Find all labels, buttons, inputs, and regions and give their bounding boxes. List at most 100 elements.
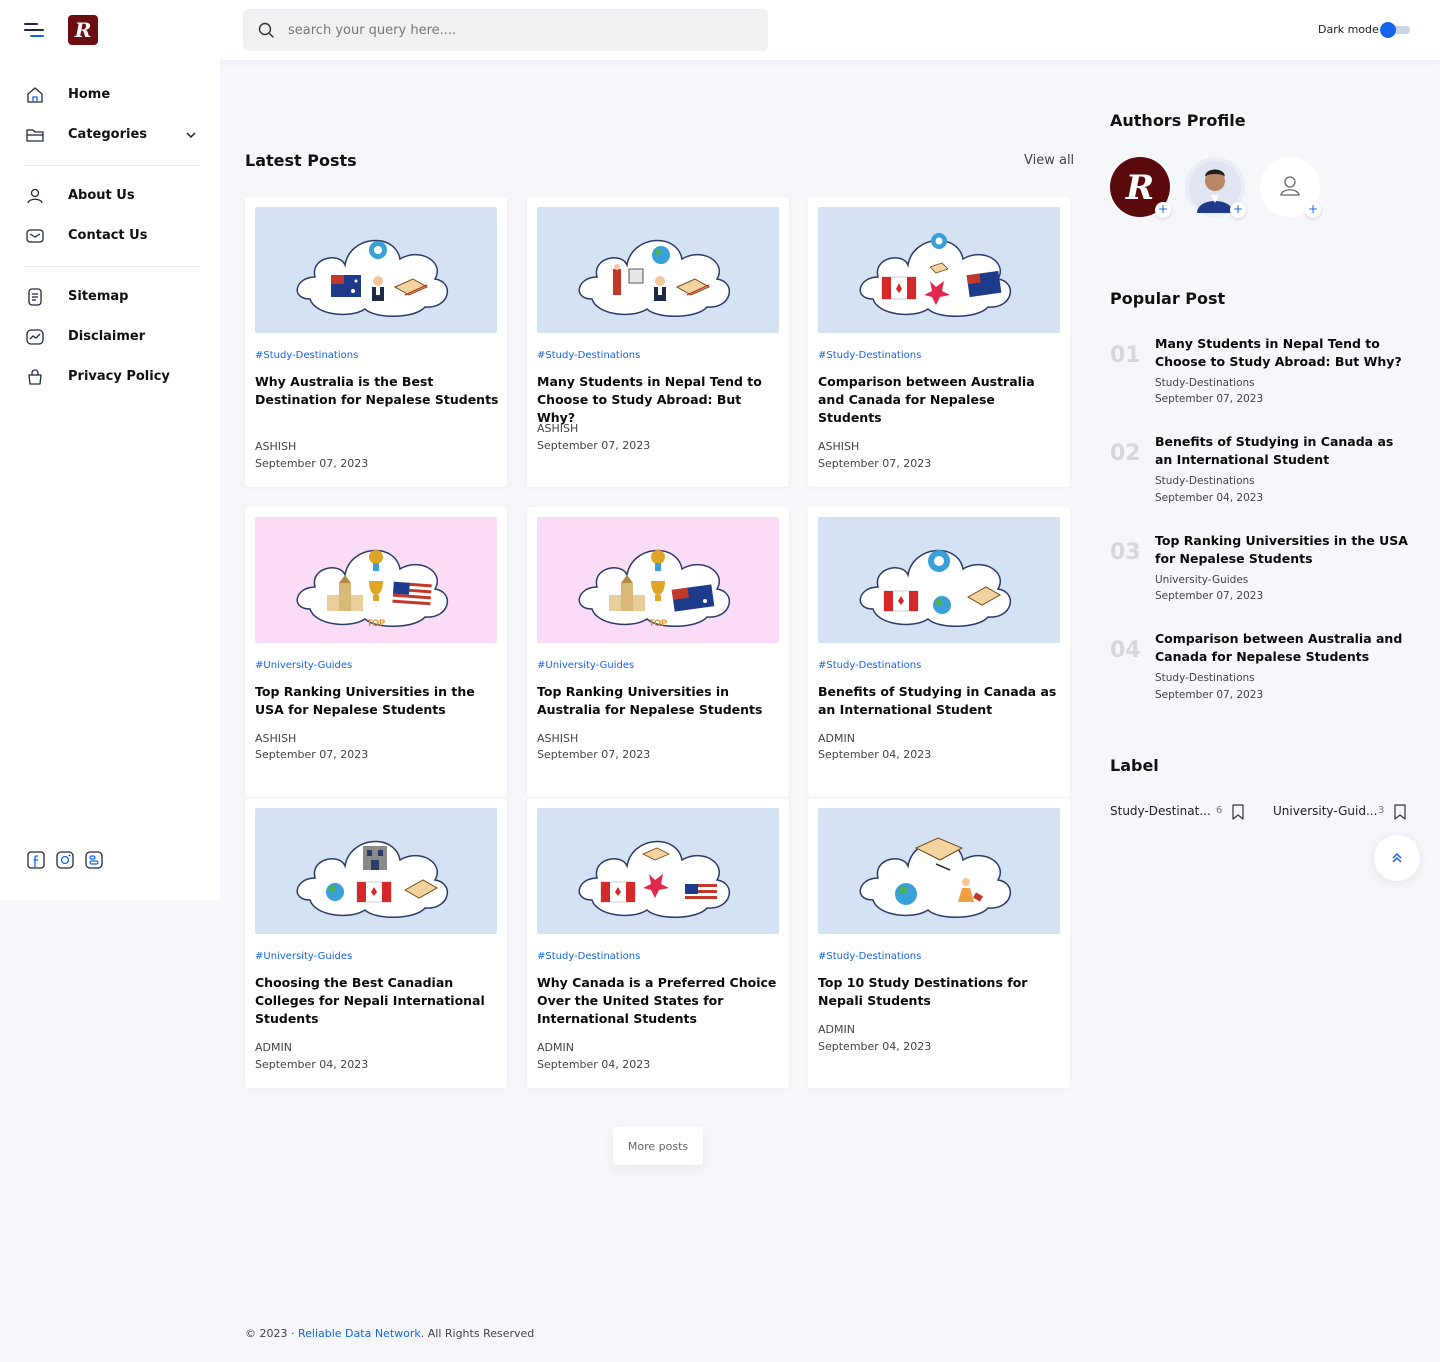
- post-thumbnail[interactable]: [818, 808, 1060, 934]
- post-thumbnail[interactable]: [818, 517, 1060, 643]
- post-tag[interactable]: #Study-Destinations: [818, 660, 921, 671]
- label-item[interactable]: Study-Destinat... 6: [1110, 803, 1250, 821]
- post-title[interactable]: Many Students in Nepal Tend to Choose to…: [537, 373, 781, 427]
- label-item[interactable]: University-Guid... 3: [1273, 803, 1413, 821]
- sidebar-item-label: Categories: [68, 127, 148, 142]
- post-card[interactable]: TOP #University-Guides Top Ranking Unive…: [245, 507, 507, 797]
- post-title[interactable]: Choosing the Best Canadian Colleges for …: [255, 974, 499, 1028]
- post-tag[interactable]: #Study-Destinations: [818, 350, 921, 361]
- post-tag[interactable]: #Study-Destinations: [537, 951, 640, 962]
- label-name[interactable]: University-Guid...: [1273, 804, 1377, 818]
- top-badge: TOP: [367, 618, 385, 628]
- mail-icon: [26, 229, 44, 243]
- sidebar-item-label: Sitemap: [68, 289, 129, 304]
- post-title[interactable]: Comparison between Australia and Canada …: [818, 373, 1062, 427]
- post-title[interactable]: Top 10 Study Destinations for Nepali Stu…: [818, 974, 1062, 1010]
- label-name[interactable]: Study-Destinat...: [1110, 804, 1211, 818]
- sidebar-item-home[interactable]: Home: [25, 80, 205, 110]
- popular-post-item[interactable]: 01 Many Students in Nepal Tend to Choose…: [1110, 336, 1410, 423]
- folder-icon: [26, 129, 44, 142]
- sidebar-item-categories[interactable]: Categories: [25, 120, 205, 150]
- sidebar-item-disclaimer[interactable]: Disclaimer: [25, 322, 205, 352]
- scroll-to-top-button[interactable]: [1374, 835, 1420, 881]
- author-avatar[interactable]: +: [1185, 157, 1246, 218]
- post-tag[interactable]: #Study-Destinations: [255, 350, 358, 361]
- top-badge: TOP: [649, 618, 667, 628]
- sidebar-item-sitemap[interactable]: Sitemap: [25, 282, 205, 312]
- view-all-link[interactable]: View all: [1024, 153, 1074, 168]
- popular-post-item[interactable]: 02 Benefits of Studying in Canada as an …: [1110, 434, 1410, 521]
- post-title[interactable]: Why Australia is the Best Destination fo…: [255, 373, 499, 409]
- post-thumbnail[interactable]: [537, 808, 779, 934]
- sidebar-item-label: Disclaimer: [68, 329, 146, 344]
- post-tag[interactable]: #University-Guides: [255, 660, 352, 671]
- double-chevron-up-icon: [1392, 852, 1402, 863]
- svg-text:TOP: TOP: [649, 618, 667, 628]
- sidebar-item-about[interactable]: About Us: [25, 181, 205, 211]
- post-title[interactable]: Top Ranking Universities in the USA for …: [255, 683, 499, 719]
- post-thumbnail[interactable]: TOP: [255, 517, 497, 643]
- post-title[interactable]: Top Ranking Universities in Australia fo…: [537, 683, 781, 719]
- follow-author-icon[interactable]: +: [1155, 202, 1171, 218]
- instagram-icon[interactable]: [55, 850, 75, 870]
- post-card[interactable]: #Study-Destinations Why Canada is a Pref…: [527, 798, 789, 1088]
- sidebar-item-label: Privacy Policy: [68, 369, 170, 384]
- chevron-down-icon[interactable]: [185, 129, 197, 141]
- search-bar[interactable]: [243, 9, 768, 51]
- post-author[interactable]: ADMIN: [818, 732, 855, 745]
- post-author[interactable]: ADMIN: [255, 1041, 292, 1054]
- post-thumbnail[interactable]: [255, 808, 497, 934]
- post-author[interactable]: ADMIN: [818, 1023, 855, 1036]
- post-author[interactable]: ASHISH: [255, 440, 296, 453]
- menu-icon[interactable]: [24, 19, 46, 41]
- author-avatar[interactable]: +: [1260, 157, 1321, 218]
- popular-post-category[interactable]: University-Guides: [1155, 574, 1248, 586]
- popular-post-category[interactable]: Study-Destinations: [1155, 377, 1255, 389]
- post-card[interactable]: #Study-Destinations Many Students in Nep…: [527, 197, 789, 487]
- dark-mode-toggle[interactable]: [1380, 22, 1410, 38]
- post-card[interactable]: #Study-Destinations Comparison between A…: [808, 197, 1070, 487]
- popular-post-date: September 07, 2023: [1155, 689, 1264, 701]
- post-author[interactable]: ASHISH: [818, 440, 859, 453]
- search-input[interactable]: [288, 9, 748, 51]
- post-title[interactable]: Benefits of Studying in Canada as an Int…: [818, 683, 1062, 719]
- post-tag[interactable]: #University-Guides: [255, 951, 352, 962]
- blogger-icon[interactable]: [84, 850, 104, 870]
- post-author[interactable]: ASHISH: [255, 732, 296, 745]
- post-date: September 07, 2023: [537, 439, 651, 452]
- post-tag[interactable]: #University-Guides: [537, 660, 634, 671]
- post-thumbnail[interactable]: [818, 207, 1060, 333]
- post-thumbnail[interactable]: [255, 207, 497, 333]
- author-avatar[interactable]: R +: [1110, 157, 1171, 218]
- popular-post-title[interactable]: Many Students in Nepal Tend to Choose to…: [1155, 335, 1410, 371]
- post-card[interactable]: #Study-Destinations Benefits of Studying…: [808, 507, 1070, 797]
- follow-author-icon[interactable]: +: [1305, 202, 1321, 218]
- sidebar-item-privacy[interactable]: Privacy Policy: [25, 362, 205, 392]
- facebook-icon[interactable]: [26, 850, 46, 870]
- popular-post-title[interactable]: Benefits of Studying in Canada as an Int…: [1155, 433, 1410, 469]
- popular-post-item[interactable]: 03 Top Ranking Universities in the USA f…: [1110, 533, 1410, 620]
- post-author[interactable]: ASHISH: [537, 732, 578, 745]
- more-posts-button[interactable]: More posts: [613, 1127, 703, 1165]
- sidebar-item-contact[interactable]: Contact Us: [25, 221, 205, 251]
- popular-post-category[interactable]: Study-Destinations: [1155, 475, 1255, 487]
- post-author[interactable]: ADMIN: [537, 1041, 574, 1054]
- post-card[interactable]: TOP #University-Guides Top Ranking Unive…: [527, 507, 789, 797]
- popular-post-title[interactable]: Comparison between Australia and Canada …: [1155, 630, 1410, 666]
- popular-post-category[interactable]: Study-Destinations: [1155, 672, 1255, 684]
- footer-copyright: © 2023 · Reliable Data Network. All Righ…: [245, 1327, 534, 1340]
- post-title[interactable]: Why Canada is a Preferred Choice Over th…: [537, 974, 781, 1028]
- post-thumbnail[interactable]: [537, 207, 779, 333]
- post-author[interactable]: ASHISH: [537, 422, 578, 435]
- follow-author-icon[interactable]: +: [1230, 202, 1246, 218]
- post-thumbnail[interactable]: TOP: [537, 517, 779, 643]
- post-tag[interactable]: #Study-Destinations: [537, 350, 640, 361]
- popular-post-item[interactable]: 04 Comparison between Australia and Cana…: [1110, 631, 1410, 718]
- site-logo[interactable]: R: [68, 15, 98, 45]
- post-card[interactable]: #University-Guides Choosing the Best Can…: [245, 798, 507, 1088]
- post-card[interactable]: #Study-Destinations Why Australia is the…: [245, 197, 507, 487]
- popular-post-title[interactable]: Top Ranking Universities in the USA for …: [1155, 532, 1410, 568]
- footer-site-link[interactable]: Reliable Data Network: [298, 1327, 421, 1340]
- post-card[interactable]: #Study-Destinations Top 10 Study Destina…: [808, 798, 1070, 1088]
- post-tag[interactable]: #Study-Destinations: [818, 951, 921, 962]
